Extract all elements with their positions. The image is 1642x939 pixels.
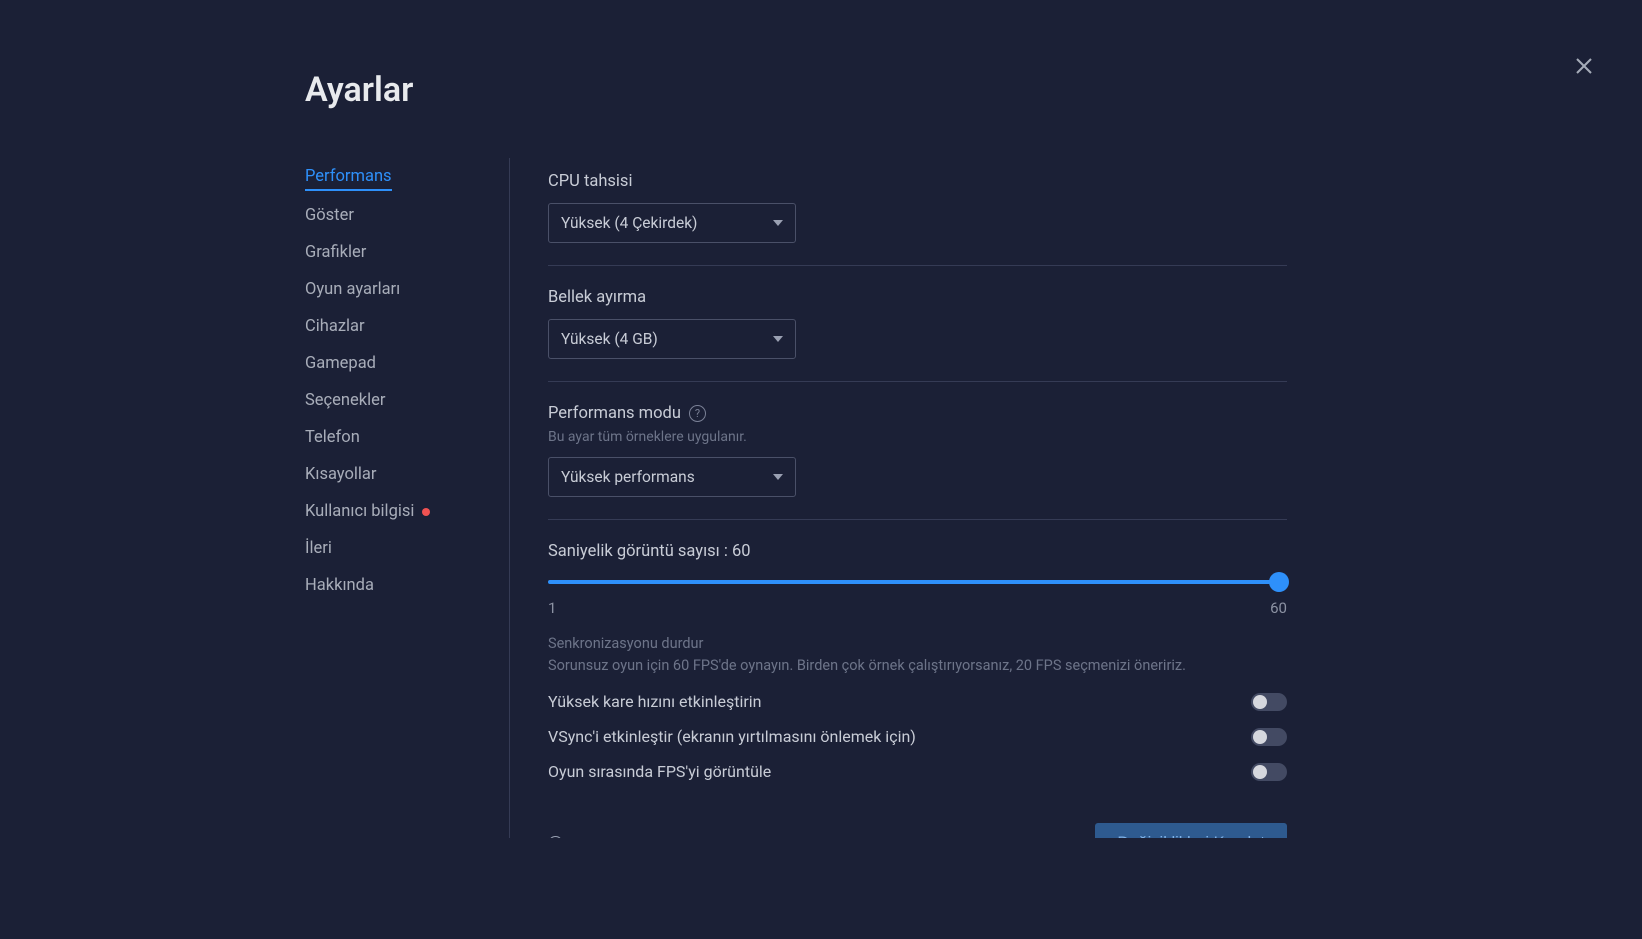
sidebar-item-ileri[interactable]: İleri xyxy=(305,530,332,567)
fps-slider[interactable] xyxy=(548,571,1287,593)
sidebar: Performans Göster Grafikler Oyun ayarlar… xyxy=(305,158,510,838)
fps-label: Saniyelik görüntü sayısı : 60 xyxy=(548,542,1287,561)
sync-description: Sorunsuz oyun için 60 FPS'de oynayın. Bi… xyxy=(548,656,1287,676)
notification-dot-icon xyxy=(422,508,430,516)
toggle-label-show-fps: Oyun sırasında FPS'yi görüntüle xyxy=(548,762,771,781)
sidebar-item-telefon[interactable]: Telefon xyxy=(305,419,360,456)
chevron-down-icon xyxy=(773,220,783,226)
fps-min: 1 xyxy=(548,599,556,617)
sidebar-item-kullanici-bilgisi[interactable]: Kullanıcı bilgisi xyxy=(305,493,414,530)
info-icon: i xyxy=(548,836,563,838)
toggle-row-vsync: VSync'i etkinleştir (ekranın yırtılmasın… xyxy=(548,727,1287,746)
sidebar-item-grafikler[interactable]: Grafikler xyxy=(305,234,366,271)
slider-thumb[interactable] xyxy=(1269,572,1289,592)
perfmode-select[interactable]: Yüksek performans xyxy=(548,457,796,497)
cpu-select-value: Yüksek (4 Çekirdek) xyxy=(561,214,697,232)
save-button[interactable]: Değişiklikleri Kaydet xyxy=(1095,823,1287,838)
sidebar-item-gamepad[interactable]: Gamepad xyxy=(305,345,376,382)
sidebar-item-performans[interactable]: Performans xyxy=(305,158,392,191)
cpu-select[interactable]: Yüksek (4 Çekirdek) xyxy=(548,203,796,243)
memory-label: Bellek ayırma xyxy=(548,288,1287,307)
toggle-vsync[interactable] xyxy=(1251,728,1287,746)
close-button[interactable] xyxy=(1568,50,1600,82)
info-note: i Bir sonraki açılışta bazı değişiklikle… xyxy=(548,835,903,838)
slider-track xyxy=(548,580,1287,584)
memory-select[interactable]: Yüksek (4 GB) xyxy=(548,319,796,359)
sidebar-item-hakkinda[interactable]: Hakkında xyxy=(305,567,374,604)
toggle-high-fps[interactable] xyxy=(1251,693,1287,711)
sync-stop-label: Senkronizasyonu durdur xyxy=(548,635,1287,652)
toggle-row-show-fps: Oyun sırasında FPS'yi görüntüle xyxy=(548,762,1287,781)
toggle-knob xyxy=(1253,730,1267,744)
settings-modal: Ayarlar Performans Göster Grafikler Oyun… xyxy=(305,70,1295,838)
info-text: Bir sonraki açılışta bazı değişiklikler … xyxy=(571,835,903,838)
cpu-section: CPU tahsisi Yüksek (4 Çekirdek) xyxy=(548,158,1287,265)
sidebar-item-goster[interactable]: Göster xyxy=(305,197,354,234)
footer: i Bir sonraki açılışta bazı değişiklikle… xyxy=(548,823,1287,838)
memory-section: Bellek ayırma Yüksek (4 GB) xyxy=(548,265,1287,381)
perfmode-select-value: Yüksek performans xyxy=(561,468,695,486)
sidebar-item-oyun-ayarlari[interactable]: Oyun ayarları xyxy=(305,271,400,308)
toggle-knob xyxy=(1253,695,1267,709)
fps-section: Saniyelik görüntü sayısı : 60 1 60 Senkr… xyxy=(548,519,1287,781)
main-panel: CPU tahsisi Yüksek (4 Çekirdek) Bellek a… xyxy=(510,158,1295,838)
memory-select-value: Yüksek (4 GB) xyxy=(561,330,658,348)
cpu-label: CPU tahsisi xyxy=(548,172,1287,191)
sidebar-item-cihazlar[interactable]: Cihazlar xyxy=(305,308,365,345)
sidebar-item-secenekler[interactable]: Seçenekler xyxy=(305,382,386,419)
perfmode-label: Performans modu xyxy=(548,404,681,423)
perfmode-section: Performans modu ? Bu ayar tüm örneklere … xyxy=(548,381,1287,519)
chevron-down-icon xyxy=(773,474,783,480)
perfmode-sublabel: Bu ayar tüm örneklere uygulanır. xyxy=(548,429,1287,445)
close-icon xyxy=(1575,57,1593,75)
toggle-label-vsync: VSync'i etkinleştir (ekranın yırtılmasın… xyxy=(548,727,916,746)
help-icon[interactable]: ? xyxy=(689,405,706,422)
sidebar-item-kisayollar[interactable]: Kısayollar xyxy=(305,456,377,493)
toggle-show-fps[interactable] xyxy=(1251,763,1287,781)
page-title: Ayarlar xyxy=(305,70,1295,110)
toggle-label-high-fps: Yüksek kare hızını etkinleştirin xyxy=(548,692,762,711)
fps-max: 60 xyxy=(1270,599,1287,617)
toggle-row-high-fps: Yüksek kare hızını etkinleştirin xyxy=(548,692,1287,711)
toggle-knob xyxy=(1253,765,1267,779)
chevron-down-icon xyxy=(773,336,783,342)
